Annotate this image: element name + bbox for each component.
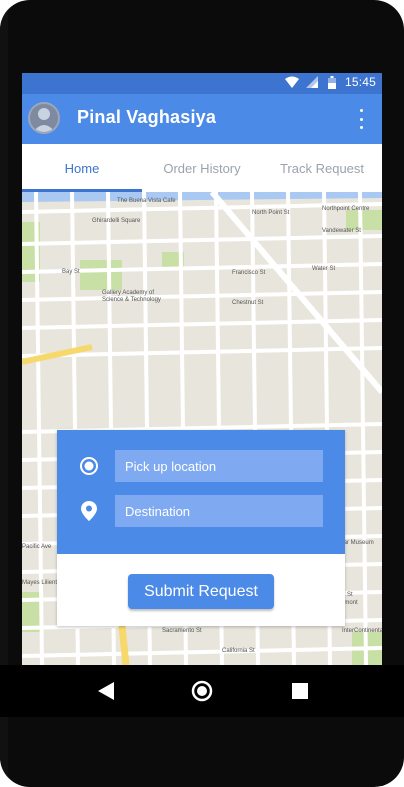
map-pin-icon [79, 501, 99, 521]
tab-bar: Home Order History Track Request [22, 144, 382, 192]
svg-text:Science & Technology: Science & Technology [102, 297, 161, 303]
status-time: 15:45 [344, 75, 376, 89]
more-vert-icon[interactable] [358, 109, 364, 129]
svg-text:North Point St: North Point St [252, 210, 290, 216]
svg-text:InterContinental: InterContinental [342, 628, 382, 634]
svg-text:Gallery Academy of: Gallery Academy of [102, 290, 154, 296]
tab-home[interactable]: Home [22, 144, 142, 192]
svg-text:Pacific Ave: Pacific Ave [22, 544, 52, 550]
submit-request-button[interactable]: Submit Request [128, 574, 274, 609]
app-bar: Pinal Vaghasiya [22, 94, 382, 144]
map-view[interactable]: The Buena Vista Cafe Ghirardelli Square … [22, 192, 382, 665]
svg-text:Ghirardelli Square: Ghirardelli Square [92, 218, 141, 224]
destination-input[interactable]: Destination [115, 495, 323, 527]
svg-text:Francisco St: Francisco St [232, 270, 266, 276]
svg-text:The Buena Vista Cafe: The Buena Vista Cafe [117, 198, 176, 204]
svg-text:Sacramento St: Sacramento St [162, 628, 202, 634]
signal-icon [305, 75, 319, 89]
svg-text:Bay St: Bay St [62, 269, 80, 275]
system-nav-bar [0, 665, 404, 717]
svg-text:Northpoint Centre: Northpoint Centre [322, 206, 370, 212]
wifi-icon [284, 75, 299, 89]
app-screen: 15:45 Pinal Vaghasiya Home Order History… [22, 73, 382, 665]
recents-square-icon[interactable] [288, 679, 312, 703]
battery-icon [325, 75, 339, 89]
tab-track-request[interactable]: Track Request [262, 144, 382, 192]
svg-text:Vandewater St: Vandewater St [322, 228, 361, 234]
page-title: Pinal Vaghasiya [77, 107, 217, 127]
tab-order-history[interactable]: Order History [142, 144, 262, 192]
svg-text:Chestnut St: Chestnut St [232, 300, 264, 306]
radio-location-icon [79, 456, 99, 476]
request-card: Pick up location Destination Submit Requ… [57, 430, 345, 626]
status-bar: 15:45 [22, 73, 382, 94]
request-card-header [57, 430, 345, 554]
back-triangle-icon[interactable] [94, 679, 118, 703]
phone-frame: 15:45 Pinal Vaghasiya Home Order History… [0, 0, 404, 787]
pickup-input[interactable]: Pick up location [115, 450, 323, 482]
svg-text:California St: California St [222, 648, 255, 654]
home-circle-icon[interactable] [190, 679, 214, 703]
user-avatar-icon[interactable] [28, 102, 60, 134]
svg-text:Water St: Water St [312, 266, 335, 272]
